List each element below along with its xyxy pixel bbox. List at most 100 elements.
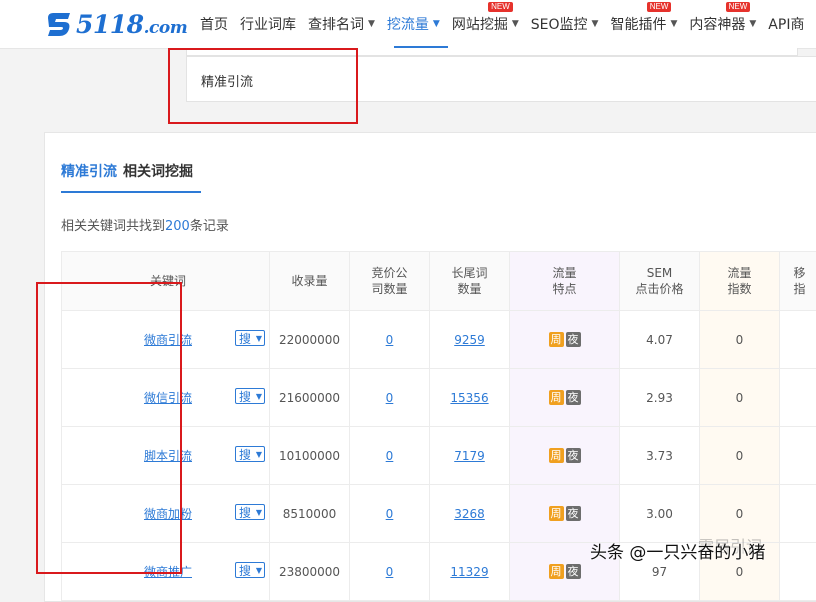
mobile-index-cell: [780, 485, 816, 543]
header-longtail[interactable]: 长尾词数量: [430, 252, 510, 311]
longtail-link[interactable]: 11329: [450, 565, 488, 579]
triangle-down-icon: ▼: [256, 505, 262, 521]
mobile-index-cell: [780, 543, 816, 601]
search-panel-top: [186, 48, 798, 56]
traffic-feature-cell: 周夜: [510, 485, 620, 543]
nav-item-site-mining[interactable]: 网站挖掘▼NEW: [452, 14, 519, 34]
traffic-index-cell: 0: [700, 311, 780, 369]
chevron-down-icon: ▼: [670, 19, 677, 29]
main-menu: 首页 行业词库 查排名词▼ 挖流量▼ 网站挖掘▼NEW SEO监控▼ 智能插件▼…: [200, 0, 816, 48]
search-dropdown-button[interactable]: 搜▼: [235, 446, 265, 462]
bid-link[interactable]: 0: [386, 507, 394, 521]
week-badge: 周: [549, 506, 564, 521]
night-badge: 夜: [566, 390, 581, 405]
nav-item-api[interactable]: API商: [768, 14, 804, 34]
tab-bar: 精准引流 相关词挖掘: [61, 161, 199, 193]
site-logo[interactable]: 5118.com: [44, 6, 187, 42]
nav-item-label: 首页: [200, 14, 228, 34]
nav-item-label: 查排名词: [308, 14, 364, 34]
header-line: 数量: [457, 282, 481, 296]
nav-item-smart-plugins[interactable]: 智能插件▼NEW: [610, 14, 677, 34]
nav-item-rank-keywords[interactable]: 查排名词▼: [308, 14, 375, 34]
night-badge: 夜: [566, 332, 581, 347]
traffic-feature-cell: 周夜: [510, 427, 620, 485]
traffic-index-cell: 0: [700, 369, 780, 427]
header-keyword[interactable]: 关键词: [62, 252, 270, 311]
sem-price-cell: 3.00: [620, 485, 700, 543]
keyword-link[interactable]: 微商加粉: [144, 507, 192, 521]
nav-item-label: 网站挖掘: [452, 14, 508, 34]
header-line: 竞价公: [371, 266, 407, 280]
longtail-link[interactable]: 15356: [450, 391, 488, 405]
search-button-label: 搜: [239, 332, 251, 346]
search-value: 精准引流: [201, 71, 253, 90]
search-button-label: 搜: [239, 448, 251, 462]
triangle-down-icon: ▼: [256, 447, 262, 463]
search-dropdown-button[interactable]: 搜▼: [235, 504, 265, 520]
nav-item-content-tools[interactable]: 内容神器▼NEW: [689, 14, 756, 34]
search-dropdown-button[interactable]: 搜▼: [235, 388, 265, 404]
keyword-link[interactable]: 微商引流: [144, 333, 192, 347]
mobile-index-cell: [780, 427, 816, 485]
keyword-cell: 微商加粉 搜▼: [62, 485, 270, 543]
nav-item-industry-lexicon[interactable]: 行业词库: [240, 14, 296, 34]
keyword-link[interactable]: 微商推广: [144, 565, 192, 579]
keyword-link[interactable]: 脚本引流: [144, 449, 192, 463]
header-line: 指数: [727, 282, 751, 296]
week-badge: 周: [549, 332, 564, 347]
header-line: 点击价格: [635, 282, 683, 296]
indexed-cell: 23800000: [270, 543, 350, 601]
header-sem-price[interactable]: SEM 点击价格: [620, 252, 700, 311]
nav-item-label: API商: [768, 14, 804, 34]
longtail-cell: 3268: [430, 485, 510, 543]
search-button-label: 搜: [239, 390, 251, 404]
triangle-down-icon: ▼: [256, 563, 262, 579]
bid-link[interactable]: 0: [386, 565, 394, 579]
keyword-cell: 微信引流 搜▼: [62, 369, 270, 427]
sem-price-cell: 2.93: [620, 369, 700, 427]
results-panel: 精准引流 相关词挖掘 相关关键词共找到200条记录 关键词 收录量 竞价公司数量…: [44, 132, 816, 602]
keyword-cell: 脚本引流搜▼: [62, 427, 270, 485]
indexed-cell: 10100000: [270, 427, 350, 485]
week-badge: 周: [549, 448, 564, 463]
table-row: 微商引流搜▼2200000009259周夜4.070: [62, 311, 816, 369]
bid-link[interactable]: 0: [386, 449, 394, 463]
longtail-link[interactable]: 7179: [454, 449, 485, 463]
tab-related-keywords[interactable]: 相关词挖掘: [123, 161, 193, 193]
longtail-link[interactable]: 3268: [454, 507, 485, 521]
bid-link[interactable]: 0: [386, 333, 394, 347]
watermark-text: 头条 @一只兴奋的小猪: [590, 538, 765, 563]
longtail-cell: 11329: [430, 543, 510, 601]
traffic-index-cell: 0: [700, 427, 780, 485]
nav-item-seo-monitor[interactable]: SEO监控▼: [531, 14, 599, 34]
header-bid-companies[interactable]: 竞价公司数量: [350, 252, 430, 311]
nav-item-label: 内容神器: [689, 14, 745, 34]
header-mobile-index[interactable]: 移指: [780, 252, 816, 311]
longtail-cell: 9259: [430, 311, 510, 369]
bid-link[interactable]: 0: [386, 391, 394, 405]
keyword-link[interactable]: 微信引流: [144, 391, 192, 405]
new-badge: NEW: [647, 2, 672, 12]
table-row: 微信引流搜▼21600000015356周夜2.930: [62, 369, 816, 427]
sem-price-cell: 3.73: [620, 427, 700, 485]
tab-precise-traffic[interactable]: 精准引流: [61, 161, 117, 193]
search-dropdown-button[interactable]: 搜▼: [235, 330, 265, 346]
week-badge: 周: [549, 564, 564, 579]
table-header-row: 关键词 收录量 竞价公司数量 长尾词数量 流量特点 SEM点击价格 流量指数 移…: [62, 252, 816, 311]
chevron-down-icon: ▼: [592, 19, 599, 29]
search-input[interactable]: 精准引流: [186, 56, 816, 102]
new-badge: NEW: [726, 2, 751, 12]
nav-item-home[interactable]: 首页: [200, 14, 228, 34]
bid-cell: 0: [350, 369, 430, 427]
header-line: 指: [793, 282, 805, 296]
chevron-down-icon: ▼: [749, 19, 756, 29]
header-line: SEM: [647, 266, 673, 280]
nav-item-label: 行业词库: [240, 14, 296, 34]
header-traffic-index[interactable]: 流量指数: [700, 252, 780, 311]
triangle-down-icon: ▼: [256, 331, 262, 347]
bid-cell: 0: [350, 427, 430, 485]
header-indexed[interactable]: 收录量: [270, 252, 350, 311]
nav-item-dig-traffic[interactable]: 挖流量▼: [387, 14, 440, 34]
search-dropdown-button[interactable]: 搜▼: [235, 562, 265, 578]
longtail-link[interactable]: 9259: [454, 333, 485, 347]
